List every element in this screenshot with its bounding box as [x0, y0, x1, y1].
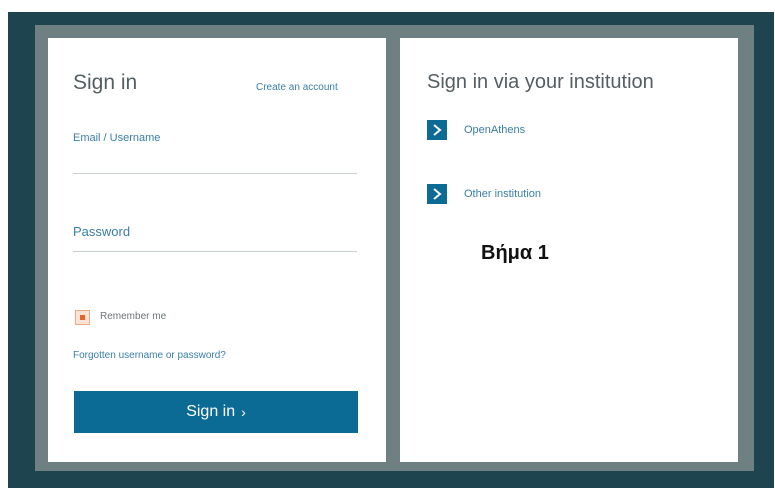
institution-item-label: OpenAthens: [464, 124, 526, 136]
remember-me-label[interactable]: Remember me: [100, 311, 166, 322]
step-annotation: Βήμα 1: [481, 242, 549, 264]
institution-item-label: Other institution: [464, 188, 542, 200]
institution-item-openathens[interactable]: OpenAthens: [427, 120, 525, 140]
create-account-link[interactable]: Create an account: [256, 82, 338, 93]
signin-button-label: Sign in: [186, 403, 236, 420]
chevron-right-icon: [427, 120, 447, 140]
institution-item-other[interactable]: Other institution: [427, 184, 541, 204]
checkbox-check-mark: [80, 315, 85, 320]
institution-title: Sign in via your institution: [427, 71, 654, 93]
password-input[interactable]: [73, 238, 357, 252]
password-label: Password: [73, 224, 131, 239]
remember-me-checkbox[interactable]: [75, 310, 90, 325]
email-label: Email / Username: [73, 132, 161, 144]
chevron-right-icon: [427, 184, 447, 204]
signin-button[interactable]: Sign in ›: [74, 391, 358, 433]
email-input[interactable]: [73, 152, 357, 174]
signin-title: Sign in: [73, 71, 138, 94]
forgot-password-link[interactable]: Forgotten username or password?: [73, 350, 226, 361]
chevron-right-icon: ›: [241, 404, 246, 420]
institution-panel: [400, 38, 738, 462]
